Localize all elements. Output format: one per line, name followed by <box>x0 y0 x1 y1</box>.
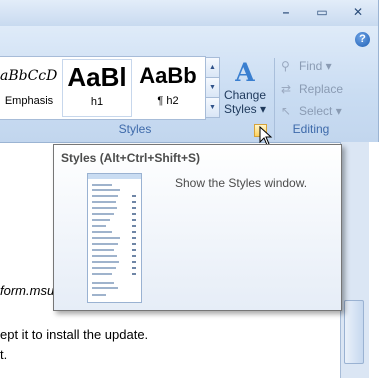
thumbnail-line <box>92 189 120 191</box>
thumbnail-mark <box>132 201 136 203</box>
tooltip-title: Styles (Alt+Ctrl+Shift+S) <box>61 151 201 165</box>
thumbnail-line <box>92 207 117 209</box>
thumbnail-mark <box>132 231 136 233</box>
thumbnail-mark <box>132 261 136 263</box>
thumbnail-mark <box>132 213 136 215</box>
document-line: t. <box>0 347 8 362</box>
replace-button[interactable]: ⇄ Replace <box>281 79 343 99</box>
change-styles-button[interactable]: A Change Styles ▾ <box>221 58 269 124</box>
gallery-scroll-down-icon[interactable]: ▼ <box>205 77 220 98</box>
window-title-bar: – ▭ ✕ <box>0 0 379 26</box>
style-h2[interactable]: AaBb ¶ h2 <box>134 59 202 115</box>
thumbnail-line <box>92 255 117 257</box>
thumbnail-line <box>92 225 106 227</box>
minimize-icon[interactable]: – <box>272 3 300 21</box>
group-separator <box>274 58 275 140</box>
thumbnail-line <box>92 201 116 203</box>
mouse-cursor-icon <box>259 126 273 146</box>
change-styles-icon: A <box>235 58 255 87</box>
styles-tooltip: Styles (Alt+Ctrl+Shift+S) Show the Style… <box>53 144 342 311</box>
thumbnail-line <box>92 261 119 263</box>
close-icon[interactable]: ✕ <box>344 3 372 21</box>
thumbnail-mark <box>132 243 136 245</box>
thumbnail-line <box>92 267 116 269</box>
styles-group-label: Styles <box>118 122 152 136</box>
thumbnail-line <box>92 294 106 296</box>
thumbnail-line <box>92 231 112 233</box>
gallery-more-icon[interactable]: ▼ <box>205 97 220 118</box>
style-sample: AaBl <box>67 62 127 92</box>
thumbnail-mark <box>132 207 136 209</box>
thumbnail-mark <box>132 195 136 197</box>
gallery-scroll-up-icon[interactable]: ▲ <box>205 57 220 78</box>
thumbnail-line <box>92 282 114 284</box>
style-name: ¶ h2 <box>157 95 179 107</box>
thumbnail-mark <box>132 237 136 239</box>
help-icon[interactable]: ? <box>355 32 370 47</box>
styles-pane-thumbnail <box>87 173 142 303</box>
thumbnail-line <box>92 237 120 239</box>
style-sample: aBbCcDc <box>0 68 58 84</box>
style-name: h1 <box>90 96 104 108</box>
tooltip-description: Show the Styles window. <box>175 176 308 190</box>
style-emphasis[interactable]: aBbCcDc Emphasis <box>0 59 58 115</box>
thumbnail-mark <box>132 255 136 257</box>
replace-icon: ⇄ <box>281 82 292 96</box>
thumbnail-line <box>92 243 118 245</box>
restore-icon[interactable]: ▭ <box>308 3 336 21</box>
style-name: Emphasis <box>4 95 54 107</box>
scrollbar-thumb[interactable] <box>344 300 364 364</box>
style-h1[interactable]: AaBl h1 <box>62 59 132 117</box>
style-sample: AaBb <box>139 63 197 88</box>
thumbnail-mark <box>132 249 136 251</box>
thumbnail-mark <box>132 267 136 269</box>
thumbnail-line <box>92 249 114 251</box>
document-line: form.msu <box>0 283 55 298</box>
change-styles-label: Change <box>223 88 267 102</box>
thumbnail-line <box>92 287 118 289</box>
thumbnail-line <box>92 219 110 221</box>
thumbnail-line <box>92 213 114 215</box>
thumbnail-line <box>92 195 118 197</box>
thumbnail-title-bar <box>88 174 141 179</box>
select-arrow-icon: ↖ <box>281 104 292 118</box>
thumbnail-line <box>92 273 112 275</box>
styles-gallery: aBbCcDc Emphasis AaBl h1 AaBb ¶ h2 <box>0 56 206 120</box>
editing-group-label: Editing <box>292 122 330 136</box>
change-styles-label-2: Styles ▾ <box>223 102 267 116</box>
thumbnail-line <box>92 184 112 186</box>
document-line: ept it to install the update. <box>0 327 149 342</box>
find-button[interactable]: ⚲ Find ▾ <box>281 56 332 76</box>
select-button[interactable]: ↖ Select ▾ <box>281 101 342 121</box>
thumbnail-mark <box>132 273 136 275</box>
binoculars-icon: ⚲ <box>281 59 290 73</box>
thumbnail-mark <box>132 225 136 227</box>
thumbnail-mark <box>132 219 136 221</box>
